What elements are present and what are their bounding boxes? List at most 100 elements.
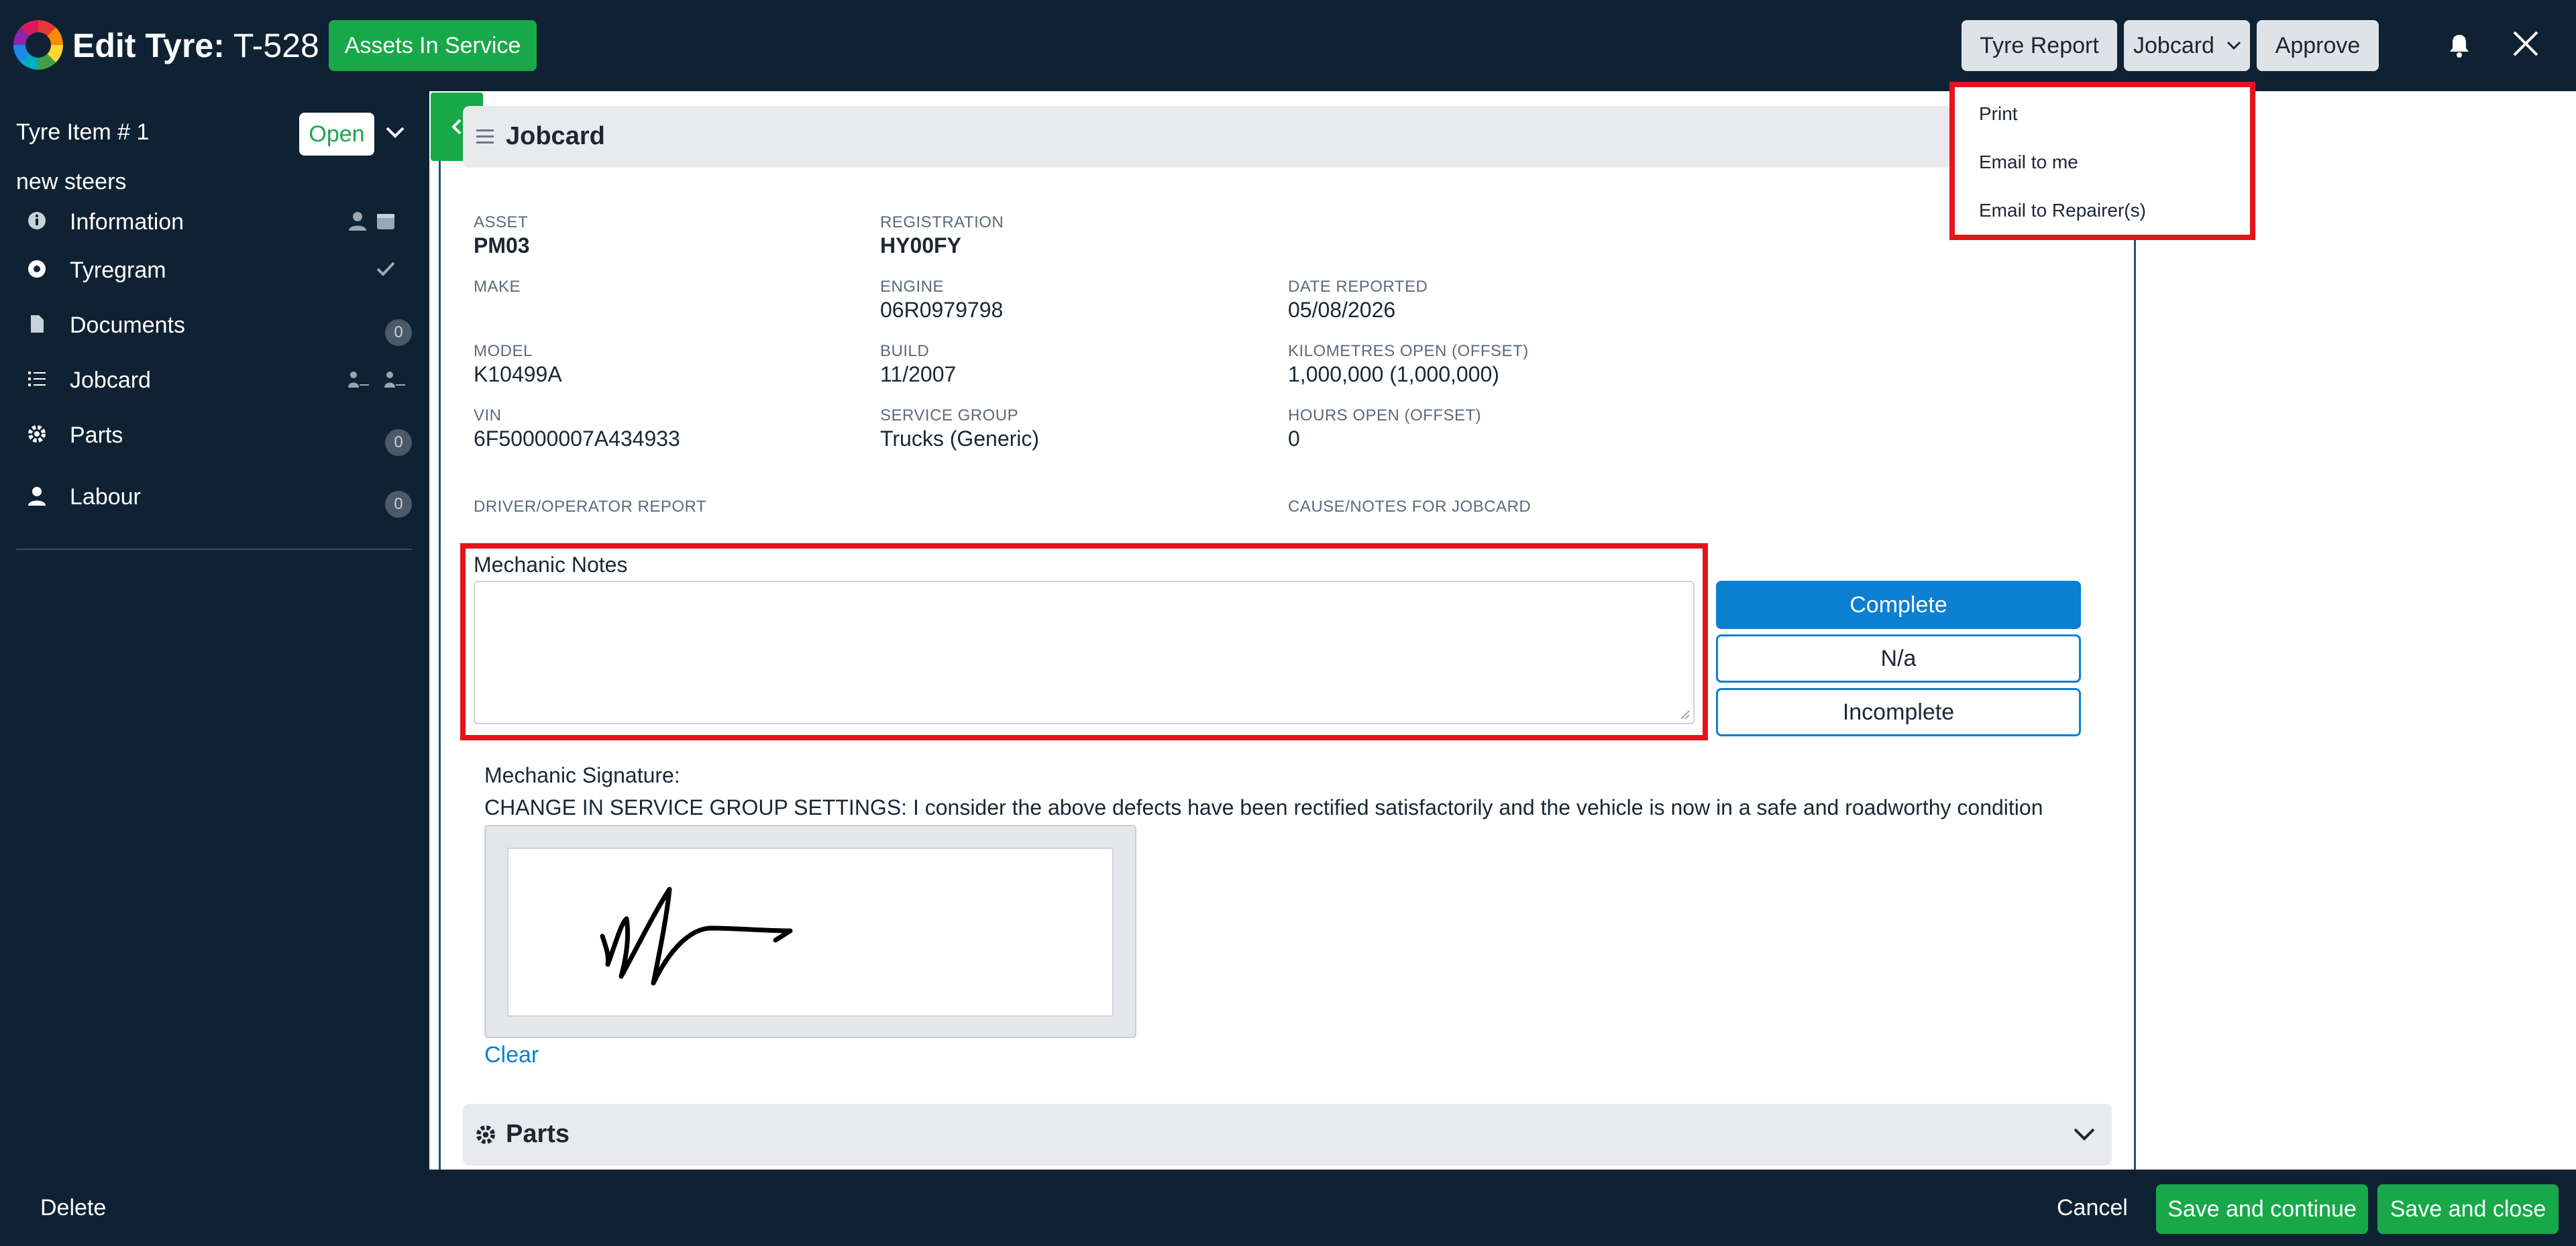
kilometres-open-field: KILOMETRES OPEN (OFFSET) 1,000,000 (1,00… <box>1288 342 1529 387</box>
menu-item-print[interactable]: Print <box>1979 103 2018 125</box>
field-label: MAKE <box>474 278 521 296</box>
driver-report-field: DRIVER/OPERATOR REPORT <box>474 498 706 518</box>
registration-field: REGISTRATION HY00FY <box>880 213 1004 258</box>
signature-drawing <box>600 887 793 986</box>
mechanic-notes-label: Mechanic Notes <box>474 553 628 577</box>
gear-icon <box>28 425 46 443</box>
sidebar-item-labour[interactable]: Labour 0 <box>16 477 412 518</box>
page-title-prefix: Edit Tyre: <box>72 27 225 64</box>
field-value: PM03 <box>474 233 530 258</box>
field-label: BUILD <box>880 342 930 360</box>
list-icon <box>476 129 494 144</box>
clear-signature-link[interactable]: Clear <box>484 1042 539 1068</box>
sidebar-item-information[interactable]: Information <box>16 203 412 243</box>
tyre-item-title: Tyre Item # 1 <box>16 119 150 145</box>
sidebar-subtitle: new steers <box>16 169 127 194</box>
signature-icon <box>348 372 369 388</box>
signature-statement: CHANGE IN SERVICE GROUP SETTINGS: I cons… <box>484 795 2043 819</box>
close-icon[interactable] <box>2509 27 2542 60</box>
jobcard-menu-label: Jobcard <box>2133 32 2214 58</box>
sidebar-item-parts[interactable]: Parts 0 <box>16 416 412 456</box>
signature-pad[interactable] <box>507 848 1114 1017</box>
chevron-left-icon <box>451 119 462 135</box>
field-value: 0 <box>1288 427 1300 451</box>
field-label: VIN <box>474 406 502 424</box>
complete-button[interactable]: Complete <box>1716 581 2081 629</box>
sidebar-item-label: Jobcard <box>70 367 151 393</box>
save-and-close-button[interactable]: Save and close <box>2377 1184 2559 1234</box>
jobcard-section-header[interactable]: Jobcard <box>463 106 2112 168</box>
status-badge[interactable]: Open <box>299 113 374 156</box>
app-logo <box>13 20 63 70</box>
document-icon <box>31 315 44 333</box>
sidebar-item-label: Labour <box>70 484 141 510</box>
sidebar-item-tyregram[interactable]: Tyregram <box>16 251 412 291</box>
calendar-icon <box>377 214 394 229</box>
field-value: Trucks (Generic) <box>880 427 1040 451</box>
vin-field: VIN 6F50000007A434933 <box>474 406 680 451</box>
parts-section-title: Parts <box>506 1120 570 1148</box>
field-value: HY00FY <box>880 233 961 258</box>
sidebar-divider <box>16 549 412 550</box>
chevron-down-icon <box>2226 41 2241 50</box>
menu-item-email-to-me[interactable]: Email to me <box>1979 152 2078 173</box>
field-label: REGISTRATION <box>880 213 1004 231</box>
cause-notes-field: CAUSE/NOTES FOR JOBCARD <box>1288 498 1531 518</box>
user-icon <box>349 212 366 231</box>
field-value: K10499A <box>474 362 562 386</box>
parts-count-badge: 0 <box>385 429 412 456</box>
tyre-report-button[interactable]: Tyre Report <box>1962 20 2117 71</box>
sidebar-item-label: Information <box>70 209 184 235</box>
info-icon <box>28 212 46 229</box>
field-label: ENGINE <box>880 278 945 296</box>
sidebar-item-label: Tyregram <box>70 258 166 283</box>
field-value: 05/08/2026 <box>1288 298 1396 322</box>
sidebar-item-label: Parts <box>70 422 123 448</box>
user-icon <box>28 487 46 506</box>
cancel-button[interactable]: Cancel <box>2057 1195 2128 1221</box>
model-field: MODEL K10499A <box>474 342 562 387</box>
list-icon <box>28 372 46 386</box>
page-title-id: T-528 <box>233 27 319 64</box>
top-bar: Edit Tyre: T-528 Assets In Service Tyre … <box>0 0 2576 91</box>
date-reported-field: DATE REPORTED 05/08/2026 <box>1288 278 1428 323</box>
page-title: Edit Tyre: T-528 <box>72 25 319 66</box>
field-label: CAUSE/NOTES FOR JOBCARD <box>1288 498 1532 516</box>
parts-section-header[interactable]: Parts <box>463 1104 2112 1166</box>
resize-handle-icon[interactable] <box>1678 708 1690 720</box>
field-value: 6F50000007A434933 <box>474 427 680 451</box>
tyregram-icon <box>28 260 46 278</box>
signature-label: Mechanic Signature: <box>484 763 680 787</box>
sidebar-item-documents[interactable]: Documents 0 <box>16 306 412 346</box>
hours-open-field: HOURS OPEN (OFFSET) 0 <box>1288 406 1481 451</box>
save-and-continue-button[interactable]: Save and continue <box>2156 1184 2368 1234</box>
field-label: MODEL <box>474 342 533 360</box>
menu-item-email-to-repairers[interactable]: Email to Repairer(s) <box>1979 200 2146 221</box>
chevron-down-icon[interactable] <box>385 125 405 141</box>
jobcard-section-title: Jobcard <box>506 122 605 150</box>
jobcard-dropdown-menu: Print Email to me Email to Repairer(s) <box>1949 82 2255 240</box>
field-label: DATE REPORTED <box>1288 278 1428 296</box>
field-label: SERVICE GROUP <box>880 406 1019 424</box>
mechanic-notes-textarea[interactable] <box>474 581 1695 724</box>
gear-icon <box>476 1125 495 1144</box>
documents-count-badge: 0 <box>385 319 412 346</box>
asset-field: ASSET PM03 <box>474 213 530 258</box>
jobcard-menu-button[interactable]: Jobcard <box>2124 20 2250 71</box>
notification-bell-icon[interactable] <box>2449 32 2470 59</box>
na-button[interactable]: N/a <box>1716 634 2081 683</box>
engine-field: ENGINE 06R0979798 <box>880 278 1003 323</box>
assets-in-service-button[interactable]: Assets In Service <box>329 20 537 71</box>
delete-button[interactable]: Delete <box>40 1195 106 1221</box>
chevron-down-icon[interactable] <box>2073 1125 2096 1143</box>
field-label: KILOMETRES OPEN (OFFSET) <box>1288 342 1529 360</box>
field-value: 1,000,000 (1,000,000) <box>1288 362 1499 386</box>
build-field: BUILD 11/2007 <box>880 342 956 387</box>
field-label: ASSET <box>474 213 529 231</box>
incomplete-button[interactable]: Incomplete <box>1716 688 2081 736</box>
approve-button[interactable]: Approve <box>2257 20 2379 71</box>
make-field: MAKE <box>474 278 521 298</box>
field-label: DRIVER/OPERATOR REPORT <box>474 498 707 516</box>
labour-count-badge: 0 <box>385 491 412 518</box>
sidebar-item-jobcard[interactable]: Jobcard <box>16 361 412 401</box>
